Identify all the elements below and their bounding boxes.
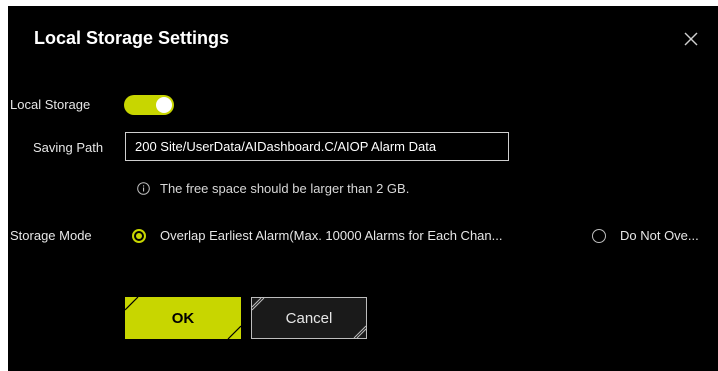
ok-button[interactable]: OK bbox=[125, 297, 241, 339]
storage-mode-label: Storage Mode bbox=[10, 228, 92, 243]
corner-decoration-icon bbox=[353, 325, 366, 338]
dialog-title: Local Storage Settings bbox=[34, 28, 230, 48]
local-storage-label: Local Storage bbox=[10, 97, 91, 112]
corner-decoration-icon bbox=[227, 325, 241, 339]
corner-decoration-icon bbox=[125, 297, 139, 311]
local-storage-dialog: Local Storage Settings Local Storage Sav… bbox=[8, 6, 718, 371]
local-storage-toggle[interactable] bbox=[124, 95, 174, 115]
do-not-overwrite-label[interactable]: Do Not Ove... bbox=[620, 228, 699, 243]
cancel-button[interactable]: Cancel bbox=[251, 297, 367, 339]
overlap-earliest-label[interactable]: Overlap Earliest Alarm(Max. 10000 Alarms… bbox=[160, 228, 502, 243]
close-icon[interactable] bbox=[680, 28, 702, 50]
toggle-knob bbox=[156, 97, 172, 113]
cancel-button-label: Cancel bbox=[285, 309, 333, 327]
saving-path-label: Saving Path bbox=[33, 140, 104, 155]
ok-button-label: OK bbox=[171, 309, 195, 327]
saving-path-field[interactable]: 200 Site/UserData/AIDashboard.C/AIOP Ala… bbox=[125, 132, 509, 161]
overlap-earliest-radio[interactable] bbox=[132, 229, 146, 243]
info-icon bbox=[137, 182, 150, 195]
do-not-overwrite-radio[interactable] bbox=[592, 229, 606, 243]
free-space-hint: The free space should be larger than 2 G… bbox=[160, 181, 410, 196]
corner-decoration-icon bbox=[252, 298, 265, 311]
